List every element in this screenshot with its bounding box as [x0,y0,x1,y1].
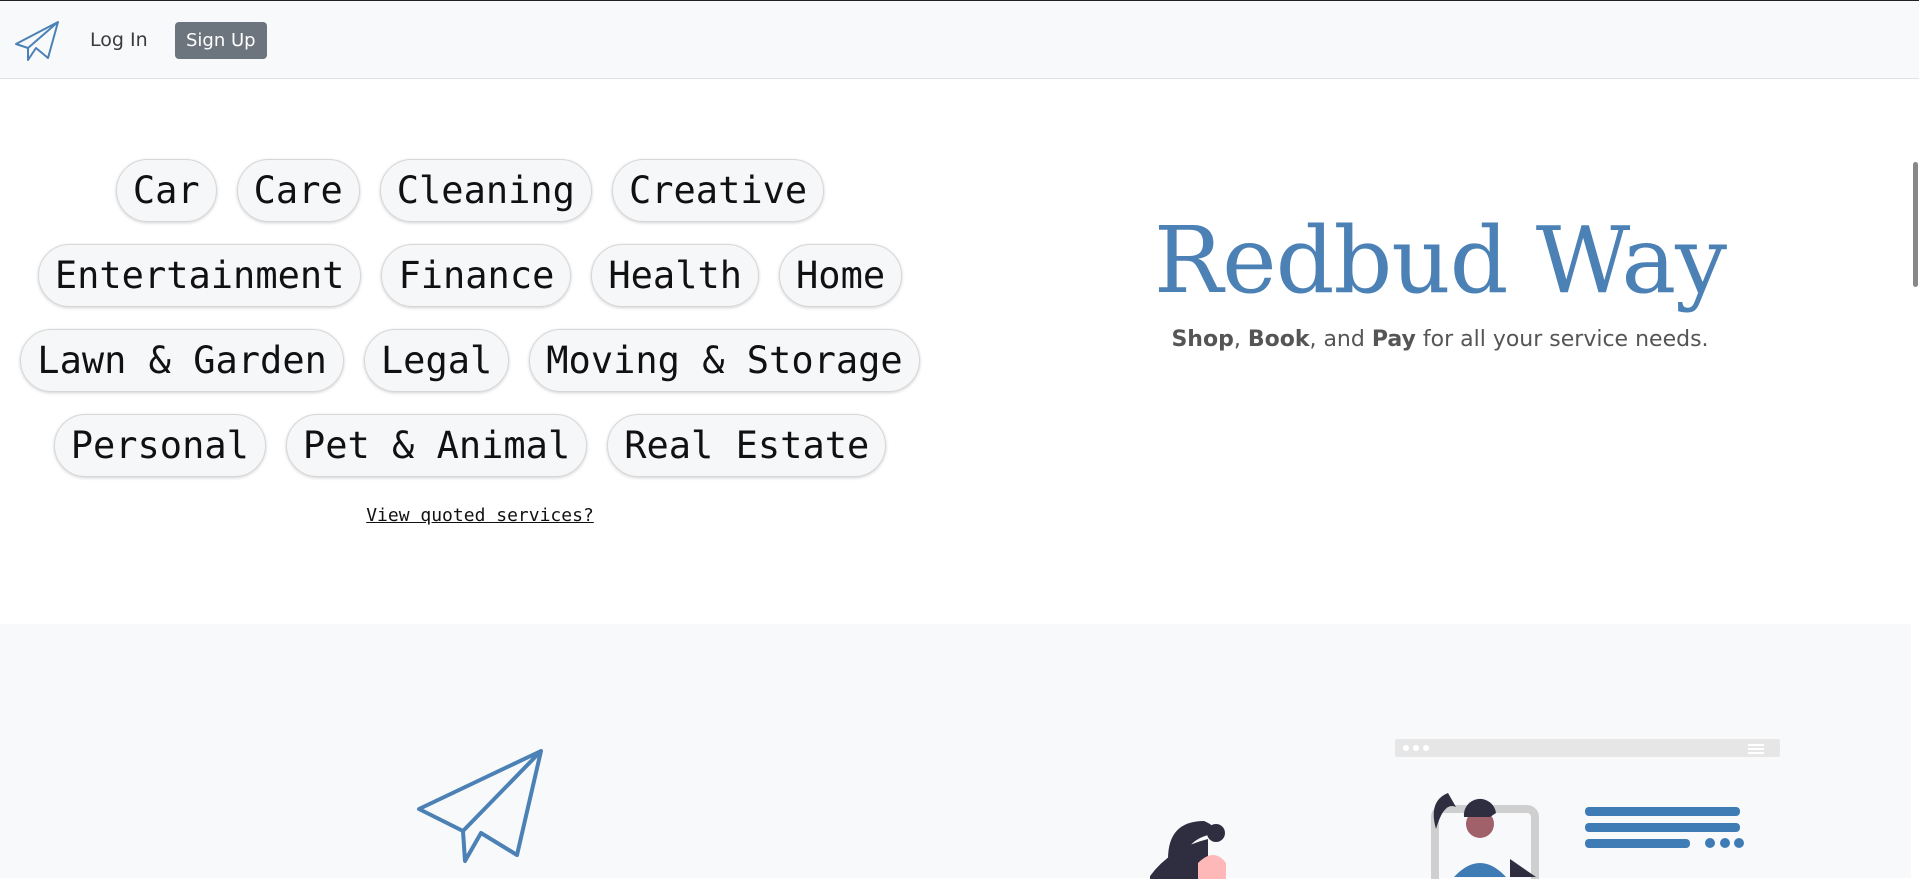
brand-title: Redbud Way [1153,207,1727,314]
chip-row-1: Car Care Cleaning Creative [0,159,940,222]
category-chip-personal[interactable]: Personal [53,414,266,477]
tagline-shop: Shop [1171,327,1234,352]
signup-button[interactable]: Sign Up [175,22,267,59]
tagline-separator: , [1233,327,1248,352]
scrollbar-thumb[interactable] [1913,162,1918,287]
category-chip-creative[interactable]: Creative [611,159,825,222]
category-chip-home[interactable]: Home [779,244,903,307]
chip-row-2: Entertainment Finance Health Home [0,244,940,307]
brand-block: Redbud Way Shop, Book, and Pay for all y… [1100,207,1780,353]
paper-plane-icon [417,749,543,863]
category-chip-finance[interactable]: Finance [381,244,572,307]
scrollbar[interactable] [1911,79,1919,878]
category-chip-pet-animal[interactable]: Pet & Animal [285,414,588,477]
category-chip-moving-storage[interactable]: Moving & Storage [529,329,920,392]
category-chip-entertainment[interactable]: Entertainment [37,244,362,307]
login-link[interactable]: Log In [90,29,148,51]
category-chip-cleaning[interactable]: Cleaning [379,159,592,222]
category-chip-care[interactable]: Care [236,159,360,222]
category-chip-health[interactable]: Health [591,244,760,307]
view-quoted-services-link[interactable]: View quoted services? [0,505,960,526]
tagline-pay: Pay [1371,327,1416,352]
chip-row-3: Lawn & Garden Legal Moving & Storage [0,329,940,392]
brand-tagline: Shop, Book, and Pay for all your service… [1100,327,1780,352]
chip-row-4: Personal Pet & Animal Real Estate [0,414,940,477]
paper-plane-icon[interactable] [14,20,60,62]
online-shopping-illustration [1150,739,1780,879]
navbar: Log In Sign Up [0,1,1919,79]
category-chip-car[interactable]: Car [115,159,217,222]
category-chip-legal[interactable]: Legal [363,329,510,392]
features-section [0,624,1919,879]
tagline-book: Book [1247,327,1310,352]
category-chip-real-estate[interactable]: Real Estate [607,414,887,477]
tagline-rest: for all your service needs. [1415,327,1709,352]
tagline-separator: , and [1309,327,1372,352]
category-chip-lawn-garden[interactable]: Lawn & Garden [20,329,344,392]
